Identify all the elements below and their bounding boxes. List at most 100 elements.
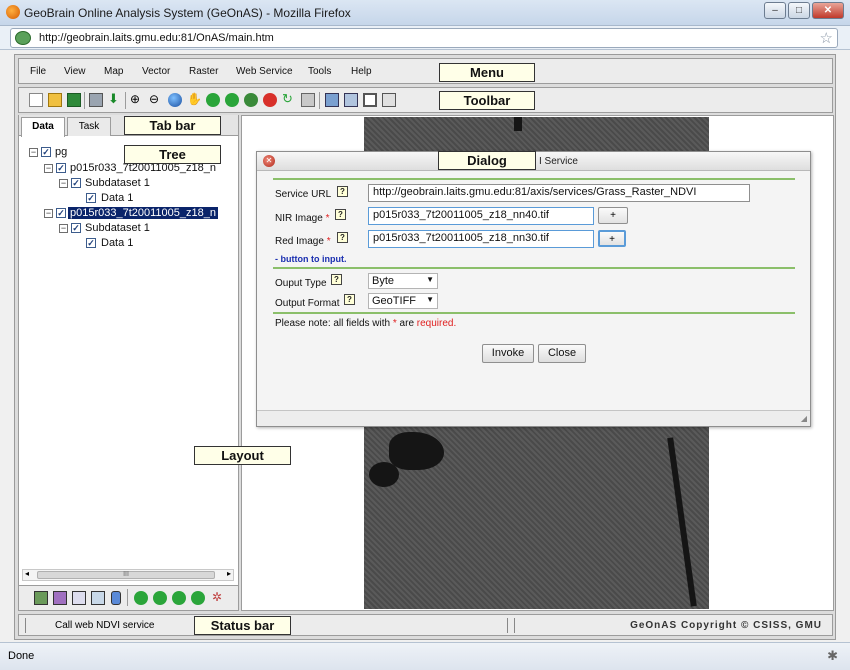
zoom-in-icon[interactable]: ⊕ xyxy=(130,93,144,107)
tree-node-data[interactable]: Data 1 xyxy=(101,192,133,204)
move-down-icon[interactable] xyxy=(153,591,167,605)
tree-node-root[interactable]: pg xyxy=(55,146,67,158)
resize-grip-icon[interactable]: ◢ xyxy=(801,414,807,423)
tree-node-dataset-selected[interactable]: p015r033_7t20011005_z18_n xyxy=(68,207,218,219)
reload-icon[interactable]: ↻ xyxy=(282,92,296,107)
checkbox-checked[interactable]: ✓ xyxy=(86,193,96,203)
forward-arrow-icon[interactable] xyxy=(225,93,239,107)
close-button[interactable]: Close xyxy=(538,344,586,363)
tab-task[interactable]: Task xyxy=(67,117,111,136)
service-url-label: Service URL xyxy=(275,189,332,200)
output-format-select[interactable]: GeoTIFF ▼ xyxy=(368,293,438,309)
tree-node-data[interactable]: Data 1 xyxy=(101,237,133,249)
move-up-icon[interactable] xyxy=(134,591,148,605)
menu-tools[interactable]: Tools xyxy=(308,66,331,77)
properties-icon[interactable] xyxy=(301,93,315,107)
minimize-button[interactable]: – xyxy=(764,2,786,19)
tree-node-subdataset[interactable]: Subdataset 1 xyxy=(85,222,150,234)
help-icon[interactable]: ? xyxy=(335,209,346,220)
collapse-toggle[interactable]: − xyxy=(29,148,38,157)
url-field[interactable]: http://geobrain.laits.gmu.edu:81/OnAS/ma… xyxy=(10,28,838,48)
zoom-out-icon[interactable]: ⊖ xyxy=(149,93,163,107)
addon-icon[interactable]: ✱ xyxy=(827,648,838,664)
collapse-toggle[interactable]: − xyxy=(59,224,68,233)
browser-title-bar: GeoBrain Online Analysis System (GeOnAS)… xyxy=(0,0,850,26)
callout-menu: Menu xyxy=(439,63,535,82)
output-format-label: Output Format xyxy=(275,298,340,309)
move-right-icon[interactable] xyxy=(191,591,205,605)
tab-data[interactable]: Data xyxy=(21,117,65,137)
save-icon[interactable] xyxy=(67,93,81,107)
open-folder-icon[interactable] xyxy=(48,93,62,107)
pan-hand-icon[interactable]: ✋ xyxy=(187,93,202,107)
globe-icon[interactable] xyxy=(168,93,182,107)
url-text: http://geobrain.laits.gmu.edu:81/OnAS/ma… xyxy=(39,32,274,44)
site-identity-icon[interactable] xyxy=(15,31,31,45)
nir-image-input[interactable]: p015r033_7t20011005_z18_nn40.tif xyxy=(368,207,594,225)
scroll-left-arrow-icon[interactable]: ◂ xyxy=(25,569,29,578)
checkbox-checked[interactable]: ✓ xyxy=(56,208,66,218)
frame-icon[interactable] xyxy=(363,93,377,107)
menu-map[interactable]: Map xyxy=(104,66,123,77)
menu-raster[interactable]: Raster xyxy=(189,66,218,77)
toolbar-separator xyxy=(319,92,320,109)
tools-icon[interactable]: ✲ xyxy=(212,590,226,604)
service-url-input[interactable]: http://geobrain.laits.gmu.edu:81/axis/se… xyxy=(368,184,750,202)
image-search-icon[interactable] xyxy=(344,93,358,107)
menu-vector[interactable]: Vector xyxy=(142,66,170,77)
layer-tree: − ✓ pg − ✓ p015r033_7t20011005_z18_n − ✓… xyxy=(20,140,236,560)
download-arrow-icon[interactable]: ⬇ xyxy=(108,92,122,107)
export-layer-icon[interactable] xyxy=(91,591,105,605)
collapse-toggle[interactable]: − xyxy=(44,164,53,173)
divider xyxy=(273,312,795,314)
help-icon[interactable]: ? xyxy=(337,186,348,197)
layer-info-icon[interactable] xyxy=(72,591,86,605)
close-window-button[interactable]: ✕ xyxy=(812,2,844,19)
menu-view[interactable]: View xyxy=(64,66,86,77)
refresh-icon[interactable] xyxy=(244,93,258,107)
database-icon[interactable] xyxy=(111,591,121,605)
bookmark-star-icon[interactable]: ☆ xyxy=(820,29,833,47)
stop-icon[interactable] xyxy=(263,93,277,107)
dialog-close-icon[interactable]: ✕ xyxy=(263,155,275,167)
move-left-icon[interactable] xyxy=(172,591,186,605)
red-image-input[interactable]: p015r033_7t20011005_z18_nn30.tif xyxy=(368,230,594,248)
red-add-button[interactable]: + xyxy=(598,230,626,247)
toolbar-separator xyxy=(127,589,128,606)
invoke-button[interactable]: Invoke xyxy=(482,344,534,363)
help-icon[interactable]: ? xyxy=(331,274,342,285)
menu-help[interactable]: Help xyxy=(351,66,372,77)
callout-toolbar: Toolbar xyxy=(439,91,535,110)
collapse-toggle[interactable]: − xyxy=(44,209,53,218)
collapse-toggle[interactable]: − xyxy=(59,179,68,188)
help-icon[interactable]: ? xyxy=(337,232,348,243)
checkbox-checked[interactable]: ✓ xyxy=(41,147,51,157)
edit-icon[interactable] xyxy=(382,93,396,107)
add-layer-icon[interactable] xyxy=(34,591,48,605)
checkbox-checked[interactable]: ✓ xyxy=(56,163,66,173)
checkbox-checked[interactable]: ✓ xyxy=(71,178,81,188)
input-hint: - button to input. xyxy=(275,254,347,264)
checkbox-checked[interactable]: ✓ xyxy=(86,238,96,248)
print-icon[interactable] xyxy=(89,93,103,107)
help-icon[interactable]: ? xyxy=(344,294,355,305)
checkbox-checked[interactable]: ✓ xyxy=(71,223,81,233)
image-icon[interactable] xyxy=(325,93,339,107)
nir-add-button[interactable]: + xyxy=(598,207,628,224)
divider xyxy=(273,178,795,180)
maximize-button[interactable]: □ xyxy=(788,2,810,19)
back-arrow-icon[interactable] xyxy=(206,93,220,107)
chevron-down-icon: ▼ xyxy=(426,295,434,304)
horizontal-scrollbar[interactable]: ◂ III ▸ xyxy=(22,569,234,581)
scroll-right-arrow-icon[interactable]: ▸ xyxy=(227,569,231,578)
scrollbar-thumb[interactable]: III xyxy=(37,571,215,579)
menu-file[interactable]: File xyxy=(30,66,46,77)
layer-style-icon[interactable] xyxy=(53,591,67,605)
browser-status-text: Done xyxy=(8,650,35,662)
copyright-text: GeOnAS Copyright © CSISS, GMU xyxy=(630,620,822,631)
tree-node-subdataset[interactable]: Subdataset 1 xyxy=(85,177,150,189)
output-type-select[interactable]: Byte ▼ xyxy=(368,273,438,289)
new-file-icon[interactable] xyxy=(29,93,43,107)
required-note: Please note: all fields with * are requi… xyxy=(275,318,456,329)
menu-web-service[interactable]: Web Service xyxy=(236,66,293,77)
